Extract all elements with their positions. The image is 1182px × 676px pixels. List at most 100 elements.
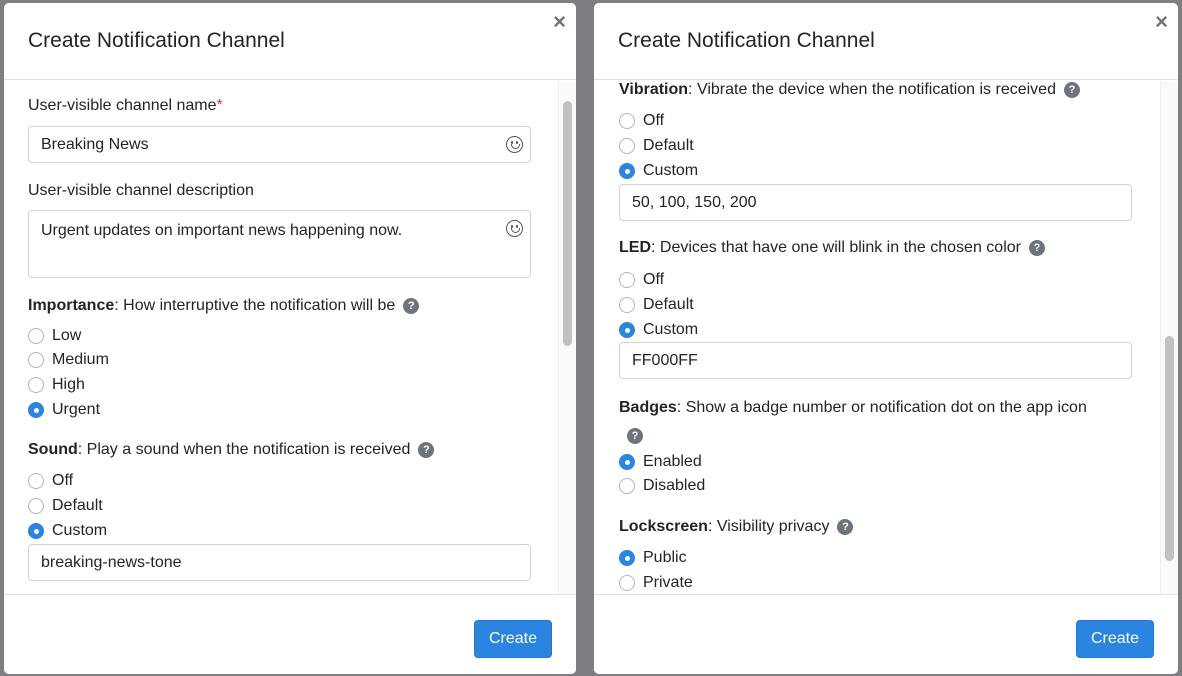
radio-button[interactable]	[619, 478, 635, 494]
led-option-default[interactable]: Default	[619, 295, 694, 315]
radio-button-selected[interactable]	[619, 163, 635, 179]
radio-label: Custom	[643, 162, 699, 179]
radio-label: Off	[52, 472, 74, 489]
vibration-custom-value: 50, 100, 150, 200	[632, 193, 757, 211]
help-icon[interactable]: ?	[1063, 82, 1080, 98]
scrollbar[interactable]	[558, 81, 576, 594]
importance-description: : How interruptive the notification will…	[114, 297, 396, 314]
modal-header: Create Notification Channel ×	[594, 3, 1178, 80]
modal-header: Create Notification Channel ×	[4, 3, 576, 80]
emoji-picker-icon[interactable]	[506, 220, 523, 237]
radio-label: Disabled	[643, 477, 706, 494]
modal-title: Create Notification Channel	[618, 29, 875, 52]
radio-button[interactable]	[28, 328, 44, 344]
vibration-option-default[interactable]: Default	[619, 136, 694, 156]
radio-button-selected[interactable]	[619, 322, 635, 338]
vibration-option-off[interactable]: Off	[619, 111, 664, 131]
badges-option-disabled[interactable]: Disabled	[619, 476, 705, 496]
radio-label: High	[52, 376, 85, 393]
lockscreen-option-public[interactable]: Public	[619, 548, 687, 568]
radio-button-selected[interactable]	[28, 523, 44, 539]
badges-description: : Show a badge number or notification do…	[676, 399, 1087, 416]
radio-label: Enabled	[643, 453, 702, 470]
radio-button[interactable]	[619, 113, 635, 129]
channel-description-textarea[interactable]: Urgent updates on important news happeni…	[28, 210, 531, 278]
sound-option-default[interactable]: Default	[28, 496, 103, 516]
radio-label: Custom	[52, 522, 108, 539]
radio-label: Private	[643, 574, 693, 591]
radio-label: Public	[643, 549, 687, 566]
modal-footer: Create	[4, 594, 576, 674]
notification-channel-modal-left: Create Notification Channel × User-visib…	[4, 3, 576, 674]
channel-name-label: User-visible channel name*	[28, 97, 223, 115]
required-marker: *	[216, 97, 223, 114]
badges-option-enabled[interactable]: Enabled	[619, 452, 702, 472]
notification-channel-modal-right: Create Notification Channel × Vibration:…	[594, 3, 1178, 674]
radio-button-selected[interactable]	[619, 550, 635, 566]
radio-label: Medium	[52, 351, 109, 368]
channel-description-value: Urgent updates on important news happeni…	[41, 222, 403, 239]
sound-title: Sound	[28, 441, 78, 458]
lockscreen-option-private[interactable]: Private	[619, 573, 693, 593]
led-label: LED: Devices that have one will blink in…	[619, 239, 1045, 257]
modal-body: User-visible channel name* Breaking News…	[4, 81, 576, 594]
help-icon[interactable]: ?	[403, 298, 420, 314]
channel-name-value: Breaking News	[41, 135, 149, 153]
help-icon[interactable]: ?	[627, 428, 643, 444]
vibration-label: Vibration: Vibrate the device when the n…	[619, 81, 1080, 99]
led-option-off[interactable]: Off	[619, 270, 664, 290]
lockscreen-title: Lockscreen	[619, 518, 708, 535]
radio-button-selected[interactable]	[619, 454, 635, 470]
vibration-description: : Vibrate the device when the notificati…	[688, 81, 1056, 98]
emoji-picker-icon[interactable]	[506, 136, 523, 153]
channel-name-input[interactable]: Breaking News	[28, 126, 531, 163]
close-button[interactable]: ×	[553, 11, 566, 33]
create-button[interactable]: Create	[1076, 620, 1154, 658]
importance-title: Importance	[28, 297, 115, 314]
led-custom-input[interactable]: FF000FF	[619, 342, 1132, 379]
radio-label: Default	[643, 137, 694, 154]
close-button[interactable]: ×	[1155, 11, 1168, 33]
radio-label: Off	[643, 271, 665, 288]
radio-button[interactable]	[619, 138, 635, 154]
sound-option-custom[interactable]: Custom	[28, 521, 107, 541]
scrollbar[interactable]	[1160, 81, 1178, 594]
create-button[interactable]: Create	[474, 620, 552, 658]
radio-button[interactable]	[28, 377, 44, 393]
help-icon[interactable]: ?	[1028, 240, 1045, 256]
led-custom-value: FF000FF	[632, 351, 698, 369]
vibration-option-custom[interactable]: Custom	[619, 161, 698, 181]
importance-option-urgent[interactable]: Urgent	[28, 400, 100, 420]
badges-help: ?	[619, 427, 643, 445]
modal-title: Create Notification Channel	[28, 29, 285, 52]
badges-label: Badges: Show a badge number or notificat…	[619, 399, 1087, 417]
radio-button[interactable]	[28, 498, 44, 514]
vibration-custom-input[interactable]: 50, 100, 150, 200	[619, 184, 1132, 221]
led-title: LED	[619, 239, 651, 256]
radio-button[interactable]	[619, 272, 635, 288]
lockscreen-description: : Visibility privacy	[707, 518, 830, 535]
led-description: : Devices that have one will blink in th…	[651, 239, 1021, 256]
scrollbar-thumb[interactable]	[563, 101, 572, 346]
channel-name-label-text: User-visible channel name	[28, 97, 217, 114]
radio-label: Default	[643, 296, 694, 313]
sound-option-off[interactable]: Off	[28, 471, 73, 491]
importance-option-high[interactable]: High	[28, 375, 85, 395]
radio-label: Default	[52, 497, 103, 514]
badges-title: Badges	[619, 399, 677, 416]
sound-custom-input[interactable]: breaking-news-tone	[28, 544, 531, 581]
radio-button[interactable]	[619, 297, 635, 313]
led-option-custom[interactable]: Custom	[619, 320, 698, 340]
importance-option-low[interactable]: Low	[28, 326, 81, 346]
scrollbar-thumb[interactable]	[1165, 336, 1174, 561]
vibration-title: Vibration	[619, 81, 689, 98]
sound-label: Sound: Play a sound when the notificatio…	[28, 441, 435, 459]
help-icon[interactable]: ?	[418, 442, 435, 458]
importance-option-medium[interactable]: Medium	[28, 350, 109, 370]
radio-button[interactable]	[619, 575, 635, 591]
help-icon[interactable]: ?	[837, 519, 854, 535]
channel-description-label: User-visible channel description	[28, 182, 254, 199]
radio-button[interactable]	[28, 352, 44, 368]
radio-button-selected[interactable]	[28, 402, 44, 418]
radio-button[interactable]	[28, 473, 44, 489]
